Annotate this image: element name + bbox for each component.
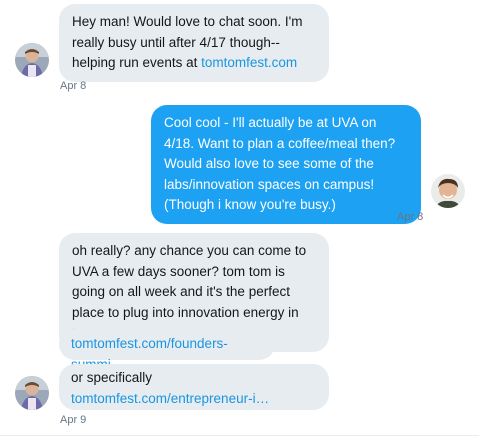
- incoming-message: tomtomfest.com/founders-summi…: [59, 328, 275, 372]
- incoming-message: or specifically tomtomfest.com/entrepren…: [59, 364, 329, 410]
- incoming-message: Hey man! Would love to chat soon. I'm re…: [59, 4, 329, 82]
- contact-avatar[interactable]: [15, 43, 49, 77]
- contact-avatar[interactable]: [15, 376, 49, 410]
- message-timestamp: Apr 9: [60, 414, 87, 426]
- message-timestamp: Apr 8: [397, 211, 424, 223]
- message-timestamp: Apr 8: [60, 80, 87, 92]
- message-link[interactable]: tomtomfest.com: [201, 55, 297, 70]
- message-link[interactable]: tomtomfest.com/entrepreneur-i…: [71, 391, 269, 406]
- outgoing-message: Cool cool - I'll actually be at UVA on 4…: [151, 105, 421, 224]
- message-text: or specifically: [71, 370, 153, 385]
- dm-thread: Hey man! Would love to chat soon. I'm re…: [0, 0, 479, 436]
- self-avatar[interactable]: [431, 174, 465, 208]
- message-text: oh really? any chance you can come to UV…: [72, 243, 307, 340]
- message-text: Cool cool - I'll actually be at UVA on 4…: [164, 115, 396, 212]
